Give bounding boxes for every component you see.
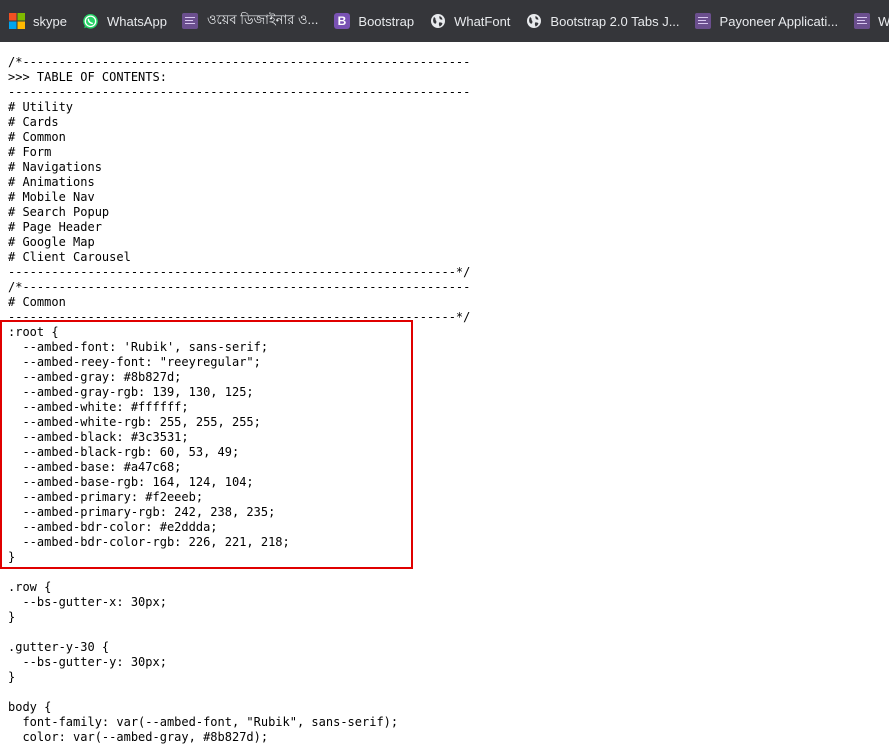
- code-line: --ambed-white-rgb: 255, 255, 255;: [8, 415, 261, 429]
- bookmark-web-designer-bn[interactable]: ওয়েব ডিজাইনার ও...: [174, 7, 325, 35]
- code-line: --ambed-base-rgb: 164, 124, 104;: [8, 475, 254, 489]
- code-line: --bs-gutter-x: 30px;: [8, 595, 167, 609]
- bookmark-tile-icon: [853, 13, 870, 30]
- bookmark-label: WhatsApp: [106, 13, 167, 29]
- bookmarks-bar: skype WhatsApp ওয়েব ডিজাইনার ও... B Boo…: [0, 0, 889, 42]
- code-line: --ambed-black-rgb: 60, 53, 49;: [8, 445, 240, 459]
- code-line: # Navigations: [8, 160, 102, 174]
- whatsapp-icon: [82, 13, 99, 30]
- code-line: >>> TABLE OF CONTENTS:: [8, 70, 167, 84]
- bookmark-label: skype: [33, 13, 67, 29]
- microsoft-windows-icon: [8, 13, 25, 30]
- code-line: --ambed-base: #a47c68;: [8, 460, 182, 474]
- bookmark-label: ওয়েব ডিজাইনার ও...: [206, 11, 319, 27]
- code-line: --bs-gutter-y: 30px;: [8, 655, 167, 669]
- bookmark-label: Bootstrap: [358, 13, 415, 29]
- bookmark-skype[interactable]: skype: [0, 7, 74, 35]
- code-line: body {: [8, 700, 52, 714]
- code-line: .row {: [8, 580, 52, 594]
- code-line: }: [8, 610, 16, 624]
- bookmark-tile-icon: [695, 13, 712, 30]
- bookmark-label: Payoneer Applicati...: [719, 13, 839, 29]
- code-line: --ambed-black: #3c3531;: [8, 430, 189, 444]
- code-line: --ambed-gray-rgb: 139, 130, 125;: [8, 385, 254, 399]
- css-source-code: /*--------------------------------------…: [8, 55, 470, 745]
- bookmark-whatsapp[interactable]: WhatsApp: [74, 7, 174, 35]
- code-line: # Common: [8, 130, 66, 144]
- code-line: --ambed-reey-font: "reeyregular";: [8, 355, 261, 369]
- code-line: ----------------------------------------…: [8, 85, 471, 99]
- code-line: }: [8, 550, 16, 564]
- code-line: # Cards: [8, 115, 59, 129]
- code-line: --ambed-primary: #f2eeeb;: [8, 490, 204, 504]
- code-line: --ambed-bdr-color-rgb: 226, 221, 218;: [8, 535, 290, 549]
- bookmark-label: WhatFont: [454, 13, 511, 29]
- code-line: }: [8, 670, 16, 684]
- code-line: --ambed-primary-rgb: 242, 238, 235;: [8, 505, 276, 519]
- code-line: --ambed-white: #ffffff;: [8, 400, 189, 414]
- code-line: # Animations: [8, 175, 95, 189]
- code-line: .gutter-y-30 {: [8, 640, 110, 654]
- bookmark-label: Web Design: [878, 13, 889, 29]
- code-line: # Search Popup: [8, 205, 110, 219]
- code-line: --ambed-bdr-color: #e2ddda;: [8, 520, 218, 534]
- code-line: --ambed-gray: #8b827d;: [8, 370, 182, 384]
- code-line: :root {: [8, 325, 59, 339]
- bookmark-label: Bootstrap 2.0 Tabs J...: [550, 13, 680, 29]
- code-line: # Client Carousel: [8, 250, 131, 264]
- bookmark-bootstrap-tabs[interactable]: Bootstrap 2.0 Tabs J...: [517, 7, 686, 35]
- globe-icon: [525, 13, 542, 30]
- bookmark-web-design[interactable]: Web Design: [845, 7, 889, 35]
- bookmark-whatfont[interactable]: WhatFont: [421, 7, 517, 35]
- code-line: # Mobile Nav: [8, 190, 95, 204]
- code-line: ----------------------------------------…: [8, 265, 471, 279]
- code-line: color: var(--ambed-gray, #8b827d);: [8, 730, 269, 744]
- code-line: # Page Header: [8, 220, 102, 234]
- code-line: font-family: var(--ambed-font, "Rubik", …: [8, 715, 399, 729]
- code-line: # Google Map: [8, 235, 95, 249]
- bookmark-bootstrap[interactable]: B Bootstrap: [325, 7, 421, 35]
- code-line: # Utility: [8, 100, 74, 114]
- bookmark-payoneer[interactable]: Payoneer Applicati...: [687, 7, 846, 35]
- bootstrap-icon: B: [333, 13, 350, 30]
- code-line: /*--------------------------------------…: [8, 280, 471, 294]
- code-line: # Common: [8, 295, 66, 309]
- code-line: # Form: [8, 145, 52, 159]
- code-line: ----------------------------------------…: [8, 310, 471, 324]
- code-line: /*--------------------------------------…: [8, 55, 471, 69]
- bookmark-tile-icon: [182, 13, 199, 30]
- globe-icon: [429, 13, 446, 30]
- code-line: --ambed-font: 'Rubik', sans-serif;: [8, 340, 269, 354]
